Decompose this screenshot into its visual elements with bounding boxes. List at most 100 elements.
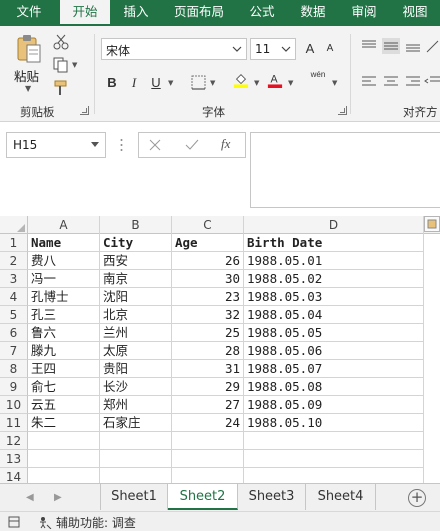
cell-c[interactable]: 30 bbox=[172, 270, 244, 288]
scroll-right-icon[interactable]: ▶ bbox=[54, 492, 62, 503]
align-center-icon[interactable] bbox=[382, 74, 400, 90]
row-header[interactable]: 3 bbox=[0, 270, 28, 288]
row-header[interactable]: 2 bbox=[0, 252, 28, 270]
sheet-tab-1[interactable]: Sheet1 bbox=[100, 484, 168, 510]
cell-b[interactable]: 石家庄 bbox=[100, 414, 172, 432]
cell-c[interactable]: 26 bbox=[172, 252, 244, 270]
cell-a[interactable]: Name bbox=[28, 234, 100, 252]
phonetic-dropdown-caret[interactable]: ▼ bbox=[332, 79, 337, 87]
column-header-c[interactable]: C bbox=[172, 216, 244, 234]
cell-a[interactable]: 孔三 bbox=[28, 306, 100, 324]
tab-home[interactable]: 开始 bbox=[60, 0, 110, 26]
column-header-a[interactable]: A bbox=[28, 216, 100, 234]
cell-c[interactable]: 31 bbox=[172, 360, 244, 378]
cell-d[interactable]: 1988.05.08 bbox=[244, 378, 424, 396]
row-header[interactable]: 6 bbox=[0, 324, 28, 342]
cell-d[interactable]: 1988.05.01 bbox=[244, 252, 424, 270]
cell-d[interactable] bbox=[244, 450, 424, 468]
row-header[interactable]: 14 bbox=[0, 468, 28, 483]
align-left-icon[interactable] bbox=[360, 74, 378, 90]
tab-data[interactable]: 数据 bbox=[288, 0, 338, 26]
insert-function-button[interactable]: fx bbox=[221, 136, 230, 152]
tab-review[interactable]: 审阅 bbox=[340, 0, 388, 26]
font-name-combo[interactable]: 宋体 bbox=[101, 38, 247, 60]
format-painter-icon[interactable] bbox=[52, 80, 70, 96]
sheet-tab-4[interactable]: Sheet4 bbox=[306, 484, 376, 510]
cell-b[interactable] bbox=[100, 468, 172, 483]
font-size-combo[interactable]: 11 bbox=[250, 38, 296, 60]
shrink-font-button[interactable]: A bbox=[322, 40, 338, 58]
cell-d[interactable]: 1988.05.05 bbox=[244, 324, 424, 342]
font-launcher-icon[interactable] bbox=[338, 106, 347, 115]
row-header[interactable]: 4 bbox=[0, 288, 28, 306]
cut-icon[interactable] bbox=[52, 34, 70, 50]
row-header[interactable]: 1 bbox=[0, 234, 28, 252]
cell-d[interactable]: 1988.05.07 bbox=[244, 360, 424, 378]
cell-d[interactable]: 1988.05.03 bbox=[244, 288, 424, 306]
caret-down-icon[interactable] bbox=[91, 142, 99, 148]
cell-c[interactable]: 24 bbox=[172, 414, 244, 432]
fill-color-icon[interactable] bbox=[232, 72, 250, 88]
copy-dropdown-caret[interactable]: ▼ bbox=[72, 61, 77, 69]
font-color-icon[interactable]: A bbox=[266, 72, 284, 88]
cell-d[interactable]: 1988.05.04 bbox=[244, 306, 424, 324]
cell-a[interactable]: 王四 bbox=[28, 360, 100, 378]
row-header[interactable]: 11 bbox=[0, 414, 28, 432]
borders-icon[interactable] bbox=[190, 75, 208, 91]
font-color-dropdown-caret[interactable]: ▼ bbox=[288, 79, 293, 87]
cell-a[interactable]: 费八 bbox=[28, 252, 100, 270]
select-all-corner[interactable] bbox=[0, 216, 28, 234]
cell-d[interactable]: Birth Date bbox=[244, 234, 424, 252]
cell-c[interactable]: 23 bbox=[172, 288, 244, 306]
cell-b[interactable]: 兰州 bbox=[100, 324, 172, 342]
cell-b[interactable]: 长沙 bbox=[100, 378, 172, 396]
cell-d[interactable]: 1988.05.09 bbox=[244, 396, 424, 414]
cell-c[interactable]: 29 bbox=[172, 378, 244, 396]
align-bottom-icon[interactable] bbox=[404, 38, 422, 54]
accessibility-icon[interactable] bbox=[38, 516, 52, 529]
add-sheet-button[interactable]: + bbox=[408, 489, 426, 507]
cell-a[interactable]: 孔博士 bbox=[28, 288, 100, 306]
grow-font-button[interactable]: A bbox=[302, 40, 318, 58]
row-header[interactable]: 13 bbox=[0, 450, 28, 468]
cell-b[interactable]: 沈阳 bbox=[100, 288, 172, 306]
cell-d[interactable] bbox=[244, 432, 424, 450]
formula-input[interactable] bbox=[250, 132, 440, 208]
cell-a[interactable]: 云五 bbox=[28, 396, 100, 414]
accessibility-status[interactable]: 辅助功能: 调查 bbox=[56, 514, 136, 531]
row-header[interactable]: 5 bbox=[0, 306, 28, 324]
column-header-d[interactable]: D bbox=[244, 216, 424, 234]
name-box[interactable]: H15 bbox=[6, 132, 106, 158]
cell-c[interactable] bbox=[172, 468, 244, 483]
cell-b[interactable]: 北京 bbox=[100, 306, 172, 324]
row-header[interactable]: 10 bbox=[0, 396, 28, 414]
column-header-b[interactable]: B bbox=[100, 216, 172, 234]
cell-a[interactable]: 鲁六 bbox=[28, 324, 100, 342]
underline-button[interactable]: U bbox=[148, 74, 164, 92]
cell-a[interactable]: 冯一 bbox=[28, 270, 100, 288]
clipboard-launcher-icon[interactable] bbox=[80, 106, 89, 115]
decrease-indent-icon[interactable] bbox=[424, 74, 440, 90]
fill-color-dropdown-caret[interactable]: ▼ bbox=[254, 79, 259, 87]
borders-dropdown-caret[interactable]: ▼ bbox=[210, 79, 215, 87]
cell-d[interactable]: 1988.05.06 bbox=[244, 342, 424, 360]
italic-button[interactable]: I bbox=[126, 74, 142, 92]
sheet-tab-3[interactable]: Sheet3 bbox=[238, 484, 306, 510]
paste-button[interactable]: 粘贴 bbox=[14, 66, 39, 85]
paste-dropdown-caret[interactable]: ▼ bbox=[25, 84, 31, 93]
align-top-icon[interactable] bbox=[360, 38, 378, 54]
cell-d[interactable]: 1988.05.02 bbox=[244, 270, 424, 288]
cell-c[interactable]: 28 bbox=[172, 342, 244, 360]
tab-insert[interactable]: 插入 bbox=[112, 0, 160, 26]
enter-check-icon[interactable] bbox=[185, 139, 199, 151]
cell-b[interactable]: 贵阳 bbox=[100, 360, 172, 378]
copy-icon[interactable] bbox=[52, 57, 70, 73]
drag-handle-icon[interactable] bbox=[120, 138, 123, 152]
cell-c[interactable]: 27 bbox=[172, 396, 244, 414]
cell-b[interactable] bbox=[100, 450, 172, 468]
cell-a[interactable]: 俞七 bbox=[28, 378, 100, 396]
cell-c[interactable]: 32 bbox=[172, 306, 244, 324]
cell-c[interactable] bbox=[172, 450, 244, 468]
tab-formulas[interactable]: 公式 bbox=[238, 0, 286, 26]
cell-a[interactable] bbox=[28, 432, 100, 450]
